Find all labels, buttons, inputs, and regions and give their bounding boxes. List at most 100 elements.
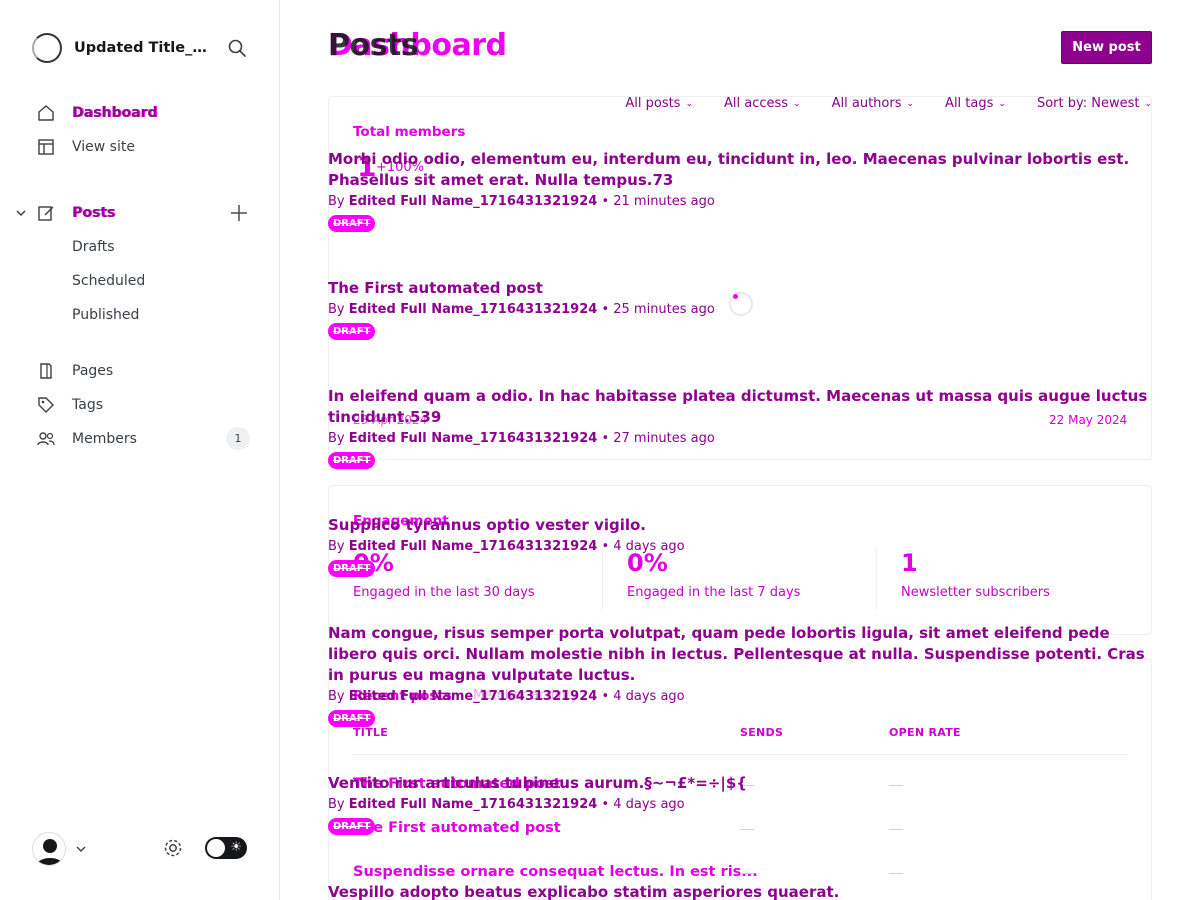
post-title: Supplico tyrannus optio vester vigilo.	[328, 516, 646, 534]
total-members-label: Total members	[353, 124, 466, 140]
table-divider	[353, 754, 1127, 755]
members-icon	[37, 432, 55, 446]
column-sends: SENDS	[740, 726, 784, 739]
post-by: By	[328, 194, 345, 209]
post-by: By	[328, 539, 345, 554]
sidebar-item-drafts[interactable]: Drafts	[36, 233, 250, 261]
post-title: Nam congue, risus semper porta volutpat,…	[328, 624, 1145, 684]
sidebar-item-tags[interactable]: Tags	[36, 391, 250, 419]
post-time: • 27 minutes ago	[597, 431, 715, 446]
site-brand[interactable]: Updated Title_17...	[32, 33, 214, 63]
sends-empty	[740, 873, 754, 874]
post-list-item[interactable]: Supplico tyrannus optio vester vigilo. B…	[328, 515, 1152, 577]
filter-sort[interactable]: Sort by: Newest ⌄	[1037, 96, 1152, 111]
filter-all-access[interactable]: All access ⌄	[724, 96, 801, 111]
new-post-button[interactable]: New post	[1061, 31, 1152, 64]
filter-label: All posts	[625, 96, 681, 111]
post-filters: All posts ⌄ All access ⌄ All authors ⌄ All …	[594, 96, 1152, 111]
status-badge: DRAFT	[328, 818, 376, 835]
status-badge: DRAFT	[328, 452, 376, 469]
post-title: The First automated post	[328, 279, 543, 297]
user-icon	[36, 839, 64, 865]
post-meta: By Edited Full Name_1716431321924 • 25 m…	[328, 301, 1152, 319]
post-meta: By Edited Full Name_1716431321924 • 21 m…	[328, 193, 1152, 211]
post-author: Edited Full Name_1716431321924	[348, 194, 598, 209]
search-icon[interactable]	[227, 38, 247, 58]
chevron-down-icon: ⌄	[685, 98, 694, 109]
post-meta: By Edited Full Name_1716431321924 • 27 m…	[328, 430, 1152, 448]
status-badge: DRAFT	[328, 215, 376, 232]
chevron-down-icon[interactable]	[74, 842, 88, 856]
sidebar-item-label: Published	[72, 307, 140, 323]
post-time: • 4 days ago	[597, 689, 685, 704]
chevron-down-icon: ⌄	[906, 98, 915, 109]
sidebar-item-label: Drafts	[72, 239, 115, 255]
chevron-down-icon: ⌄	[998, 98, 1006, 109]
sidebar-item-label: Posts	[72, 205, 116, 221]
filter-all-authors[interactable]: All authors ⌄	[832, 96, 914, 111]
post-author: Edited Full Name_1716431321924	[348, 689, 598, 704]
post-list-item[interactable]: Morbi odio odio, elementum eu, interdum …	[328, 149, 1152, 232]
sun-icon: ☀	[230, 840, 242, 855]
post-by: By	[328, 797, 345, 812]
post-author: Edited Full Name_1716431321924	[348, 431, 598, 446]
sidebar-item-members[interactable]: Members	[36, 425, 250, 453]
post-author: Edited Full Name_1716431321924	[348, 797, 598, 812]
sidebar-item-pages[interactable]: Pages	[36, 357, 250, 385]
chevron-down-icon[interactable]	[14, 206, 28, 220]
sidebar-item-scheduled[interactable]: Scheduled	[36, 267, 250, 295]
gear-icon[interactable]	[162, 837, 184, 859]
page-title: Posts	[328, 28, 419, 63]
post-by: By	[328, 431, 345, 446]
post-meta: By Edited Full Name_1716431321924 • 4 da…	[328, 688, 1152, 706]
sidebar: Updated Title_17... Dashboard View site …	[0, 0, 280, 900]
engaged-30-label: Engaged in the last 30 days	[353, 585, 535, 600]
post-list-item[interactable]: Ventito rur articulus tubineus aurum.§~¬…	[328, 773, 1152, 835]
tag-icon	[38, 397, 54, 413]
sidebar-item-dashboard[interactable]: Dashboard	[36, 99, 250, 127]
post-list-item[interactable]: The First automated post By Edited Full …	[328, 278, 1152, 340]
post-by: By	[328, 689, 345, 704]
post-meta: By Edited Full Name_1716431321924 • 4 da…	[328, 796, 1152, 814]
engaged-7-label: Engaged in the last 7 days	[627, 585, 801, 600]
post-time: • 25 minutes ago	[597, 302, 715, 317]
sidebar-item-posts[interactable]: Posts	[36, 199, 250, 227]
add-post-icon[interactable]	[229, 203, 249, 223]
post-title: Ventito rur articulus tubineus aurum.§~¬…	[328, 774, 747, 792]
column-open-rate: OPEN RATE	[889, 726, 961, 739]
post-list-item[interactable]: Vespillo adopto beatus explicabo statim …	[328, 882, 1152, 900]
post-author: Edited Full Name_1716431321924	[348, 302, 598, 317]
newsletter-subscribers-label: Newsletter subscribers	[901, 585, 1050, 600]
filter-label: All authors	[831, 96, 902, 111]
members-count-badge: 1	[226, 427, 250, 450]
filter-label: All access	[724, 96, 789, 111]
sidebar-item-view-site[interactable]: View site	[36, 133, 250, 161]
open-rate-empty	[889, 873, 903, 874]
post-list-item[interactable]: Nam congue, risus semper porta volutpat,…	[328, 623, 1152, 727]
layout-icon	[38, 139, 54, 155]
avatar[interactable]	[32, 832, 66, 866]
home-icon	[38, 105, 54, 121]
sidebar-item-label: Members	[72, 431, 137, 447]
filter-label: Sort by: Newest	[1036, 96, 1140, 111]
sidebar-item-label: Scheduled	[72, 273, 146, 289]
post-by: By	[328, 302, 345, 317]
post-list-item[interactable]: In eleifend quam a odio. In hac habitass…	[328, 386, 1152, 469]
post-meta: By Edited Full Name_1716431321924 • 4 da…	[328, 538, 1152, 556]
page-icon	[40, 363, 52, 379]
chevron-down-icon: ⌄	[1144, 98, 1152, 109]
filter-all-posts[interactable]: All posts ⌄	[625, 96, 693, 111]
status-badge: DRAFT	[328, 560, 376, 577]
sidebar-item-published[interactable]: Published	[36, 301, 250, 329]
post-time: • 21 minutes ago	[597, 194, 715, 209]
filter-all-tags[interactable]: All tags ⌄	[945, 96, 1006, 111]
chevron-down-icon: ⌄	[793, 98, 801, 109]
sidebar-item-label: Dashboard	[72, 105, 158, 121]
theme-toggle[interactable]: ☀	[205, 837, 247, 859]
site-title: Updated Title_17...	[74, 40, 214, 56]
post-title: Morbi odio odio, elementum eu, interdum …	[328, 150, 1130, 189]
table-row[interactable]: Suspendisse ornare consequat lectus. In …	[353, 864, 758, 880]
filter-label: All tags	[945, 96, 994, 111]
post-time: • 4 days ago	[597, 797, 685, 812]
post-time: • 4 days ago	[597, 539, 685, 554]
